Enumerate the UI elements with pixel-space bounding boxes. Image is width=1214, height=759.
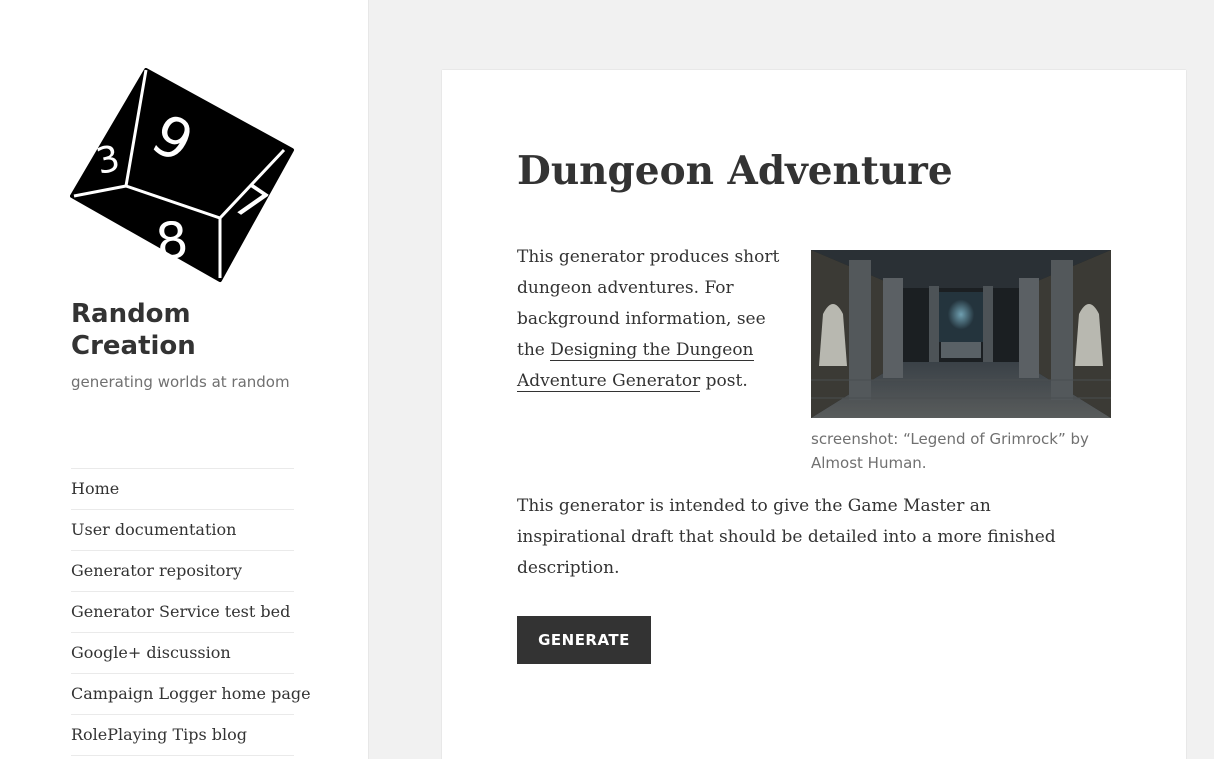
nav-link-roleplaying-tips[interactable]: RolePlaying Tips blog [71,725,247,744]
nav-item-google-plus-discussion: Google+ discussion [71,632,294,673]
main-navigation: Home User documentation Generator reposi… [71,468,311,756]
die-number: 8 [153,210,191,271]
nav-link-google-plus-discussion[interactable]: Google+ discussion [71,643,231,662]
nav-item-user-documentation: User documentation [71,509,294,550]
intro-suffix: post. [705,371,748,391]
figure-caption: screenshot: “Legend of Grimrock” by Almo… [811,430,1089,472]
intro-paragraph: This generator produces short dungeon ad… [517,242,782,397]
nav-link-generator-repository[interactable]: Generator repository [71,561,242,580]
nav-item-campaign-logger: Campaign Logger home page [71,673,311,714]
nav-item-generator-service-test-bed: Generator Service test bed [71,591,294,632]
nav-item-generator-repository: Generator repository [71,550,294,591]
site-title[interactable]: Random Creation [71,298,311,362]
site-tagline: generating worlds at random [71,373,290,391]
nav-link-generator-service-test-bed[interactable]: Generator Service test bed [71,602,290,621]
page-title: Dungeon Adventure [517,148,953,194]
nav-link-campaign-logger[interactable]: Campaign Logger home page [71,684,311,703]
dungeon-screenshot-image [811,250,1111,418]
purpose-paragraph: This generator is intended to give the G… [517,496,1056,578]
nav-item-home: Home [71,468,294,509]
article-panel: Dungeon Adventure screenshot: “Legend of… [442,70,1186,759]
sidebar: 9 3 7 8 Random Creation generating world… [0,0,369,759]
nav-link-home[interactable]: Home [71,479,119,498]
d10-die-icon[interactable]: 9 3 7 8 [70,68,296,284]
generate-button[interactable]: GENERATE [517,616,651,664]
dungeon-screenshot-figure: screenshot: “Legend of Grimrock” by Almo… [811,250,1111,475]
nav-item-roleplaying-tips: RolePlaying Tips blog [71,714,294,756]
nav-link-user-documentation[interactable]: User documentation [71,520,236,539]
